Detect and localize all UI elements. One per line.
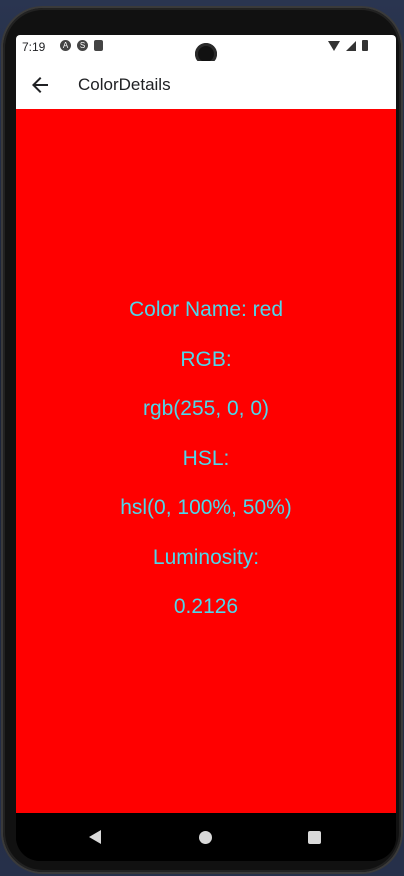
page-title: ColorDetails [78,75,171,94]
system-nav-bar [16,813,396,861]
color-name-text: Color Name: red [128,298,284,321]
status-system-icons [328,40,368,51]
nav-recents-button[interactable] [308,831,321,844]
status-bar: 7:19 A S [16,35,396,65]
hsl-label: HSL: [182,446,230,470]
hsl-value: hsl(0, 100%, 50%) [120,496,292,519]
app-s-icon: S [77,40,88,51]
nav-back-button[interactable] [89,830,101,844]
nav-home-button[interactable] [199,831,212,844]
battery-icon [362,40,368,51]
rgb-label: RGB: [180,347,232,371]
luminosity-value: 0.2126 [173,595,239,618]
arrow-left-icon [32,77,48,93]
status-notification-icons: A S [60,40,103,51]
app-a-icon: A [60,40,71,51]
sd-card-icon [94,40,103,51]
color-preview-area: Color Name: red RGB: rgb(255, 0, 0) HSL:… [16,109,396,813]
signal-icon [346,40,356,51]
rgb-value: rgb(255, 0, 0) [142,397,270,420]
phone-screen: 7:19 A S ColorDetails Color Name: red RG… [16,35,396,861]
luminosity-label: Luminosity: [152,545,260,569]
app-bar: ColorDetails [16,61,396,109]
phone-frame: 7:19 A S ColorDetails Color Name: red RG… [3,8,401,872]
back-button[interactable] [28,73,52,97]
wifi-icon [328,40,340,51]
color-info-list: Color Name: red RGB: rgb(255, 0, 0) HSL:… [16,299,396,646]
status-time: 7:19 [22,40,46,54]
